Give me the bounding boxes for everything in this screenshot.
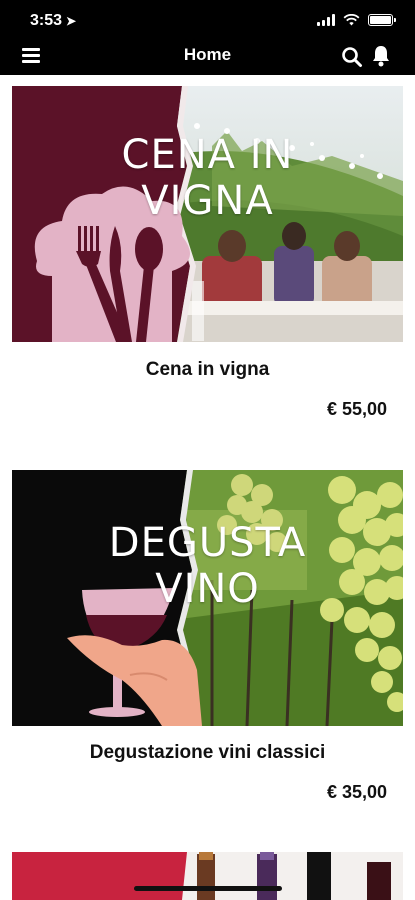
- product-image[interactable]: [12, 852, 403, 900]
- product-title[interactable]: Cena in vigna: [12, 359, 403, 381]
- product-image[interactable]: DEGUSTA VINO: [12, 470, 403, 726]
- status-icons: [317, 14, 396, 26]
- location-arrow-icon: ➤: [66, 14, 77, 28]
- wine-bottles-illustration: [12, 852, 403, 900]
- status-time: 3:53 ➤: [30, 12, 76, 30]
- bell-icon[interactable]: [371, 44, 391, 68]
- product-image[interactable]: CENA IN VIGNA: [12, 86, 403, 342]
- status-bar: 3:53 ➤: [0, 0, 415, 44]
- app-bar: Home: [0, 44, 415, 75]
- signal-icon: [317, 14, 335, 26]
- product-card[interactable]: CENA IN VIGNA Cena in vigna € 55,00: [12, 86, 403, 420]
- search-icon[interactable]: [341, 46, 363, 68]
- image-overlay-line1: CENA IN: [121, 132, 294, 178]
- product-title[interactable]: Degustazione vini classici: [12, 742, 403, 764]
- image-overlay-line2: VINO: [155, 566, 260, 612]
- image-overlay-line2: VIGNA: [141, 178, 274, 224]
- wifi-icon: [343, 14, 360, 26]
- home-indicator[interactable]: [134, 886, 282, 891]
- image-overlay-line1: DEGUSTA: [108, 520, 307, 566]
- product-card[interactable]: DEGUSTA VINO Degustazione vini classici …: [12, 470, 403, 803]
- battery-icon: [368, 14, 396, 26]
- product-card[interactable]: [12, 852, 403, 900]
- product-price: € 55,00: [326, 399, 387, 419]
- product-price: € 35,00: [326, 782, 387, 802]
- clock-text: 3:53: [30, 12, 63, 29]
